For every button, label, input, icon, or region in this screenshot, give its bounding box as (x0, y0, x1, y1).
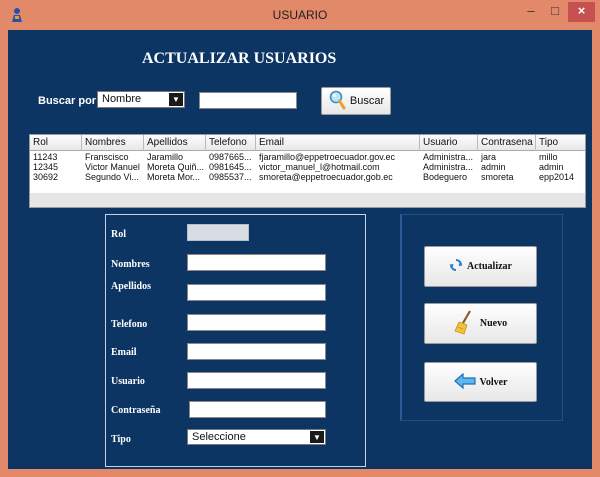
usuario-field[interactable] (187, 372, 326, 389)
volver-button[interactable]: Volver (424, 362, 537, 402)
table-scroll-area[interactable] (30, 193, 585, 207)
title-bar: USUARIO – □ × (0, 0, 600, 30)
maximize-button[interactable]: □ (543, 2, 567, 22)
table-cell: 30692 (33, 172, 59, 182)
table-cell: jara (481, 152, 497, 162)
table-cell: admin (539, 162, 564, 172)
table-cell: Administra... (423, 162, 474, 172)
magnifier-icon (328, 90, 346, 113)
table-cell: smoreta@eppetroecuador,gob.ec (259, 172, 393, 182)
rol-field (187, 224, 249, 241)
tipo-label: Tipo (111, 434, 131, 445)
telefono-field[interactable] (187, 314, 326, 331)
telefono-label: Telefono (111, 319, 148, 330)
table-cell: 0987665... (209, 152, 252, 162)
window-title: USUARIO (272, 8, 328, 22)
tipo-select-value: Seleccione (192, 431, 246, 443)
table-cell: millo (539, 152, 558, 162)
search-button[interactable]: Buscar (321, 87, 391, 115)
email-label: Email (111, 347, 137, 358)
nombres-label: Nombres (111, 259, 150, 270)
table-cell: Bodeguero (423, 172, 468, 182)
table-cell: Administra... (423, 152, 474, 162)
back-arrow-icon (453, 372, 476, 392)
refresh-icon (449, 258, 463, 275)
nombres-field[interactable] (187, 254, 326, 271)
users-table[interactable]: Rol Nombres Apellidos Telefono Email Usu… (29, 134, 586, 208)
table-cell: smoreta (481, 172, 514, 182)
contrasena-label: Contraseña (111, 405, 161, 416)
volver-label: Volver (479, 376, 508, 388)
tipo-select[interactable]: Seleccione ▼ (187, 429, 326, 445)
minimize-button[interactable]: – (519, 2, 543, 22)
actualizar-label: Actualizar (467, 261, 512, 272)
table-cell: Moreta Mor... (147, 172, 201, 182)
table-header: Rol Nombres Apellidos Telefono Email Usu… (30, 135, 585, 151)
chevron-down-icon: ▼ (310, 431, 324, 443)
search-label: Buscar por: (38, 95, 100, 107)
table-cell: Victor Manuel (85, 162, 140, 172)
table-cell: victor_manuel_l@hotmail.com (259, 162, 380, 172)
contrasena-field[interactable] (189, 401, 326, 418)
nuevo-button[interactable]: Nuevo (424, 303, 537, 344)
table-row[interactable]: 30692 Segundo Vi... Moreta Mor... 098553… (30, 172, 585, 182)
search-by-value: Nombre (102, 93, 142, 105)
table-cell: Jaramillo (147, 152, 184, 162)
column-header[interactable]: Nombres (82, 135, 144, 151)
close-button[interactable]: × (568, 2, 595, 22)
table-cell: admin (481, 162, 506, 172)
column-header[interactable]: Email (256, 135, 420, 151)
table-cell: epp2014 (539, 172, 575, 182)
search-button-label: Buscar (349, 95, 385, 107)
table-cell: 0985537... (209, 172, 252, 182)
table-cell: fjaramillo@eppetroecuador.gov.ec (259, 152, 396, 162)
table-row[interactable]: 11243 Franscisco Jaramillo 0987665... fj… (30, 152, 585, 162)
page-title: ACTUALIZAR USUARIOS (142, 50, 337, 67)
table-cell: 11243 (33, 152, 58, 162)
apellidos-field[interactable] (187, 284, 326, 301)
rol-label: Rol (111, 229, 126, 240)
table-cell: 0981645... (209, 162, 252, 172)
column-header[interactable]: Usuario (420, 135, 478, 151)
usuario-label: Usuario (111, 376, 145, 387)
email-field[interactable] (187, 343, 326, 360)
table-cell: Moreta Quiñ... (147, 162, 205, 172)
table-row[interactable]: 12345 Victor Manuel Moreta Quiñ... 09816… (30, 162, 585, 172)
nuevo-label: Nuevo (479, 318, 508, 329)
table-cell: Franscisco (85, 152, 129, 162)
chevron-down-icon: ▼ (169, 93, 183, 106)
column-header[interactable]: Apellidos (144, 135, 206, 151)
broom-icon (454, 309, 476, 338)
column-header[interactable]: Tipo (536, 135, 585, 151)
column-header[interactable]: Rol (30, 135, 82, 151)
column-header[interactable]: Contrasena (478, 135, 536, 151)
apellidos-label: Apellidos (111, 281, 152, 292)
search-by-select[interactable]: Nombre ▼ (97, 91, 185, 108)
column-header[interactable]: Telefono (206, 135, 256, 151)
actualizar-button[interactable]: Actualizar (424, 246, 537, 287)
table-cell: Segundo Vi... (85, 172, 139, 182)
search-input[interactable] (199, 92, 297, 109)
table-cell: 12345 (33, 162, 59, 172)
